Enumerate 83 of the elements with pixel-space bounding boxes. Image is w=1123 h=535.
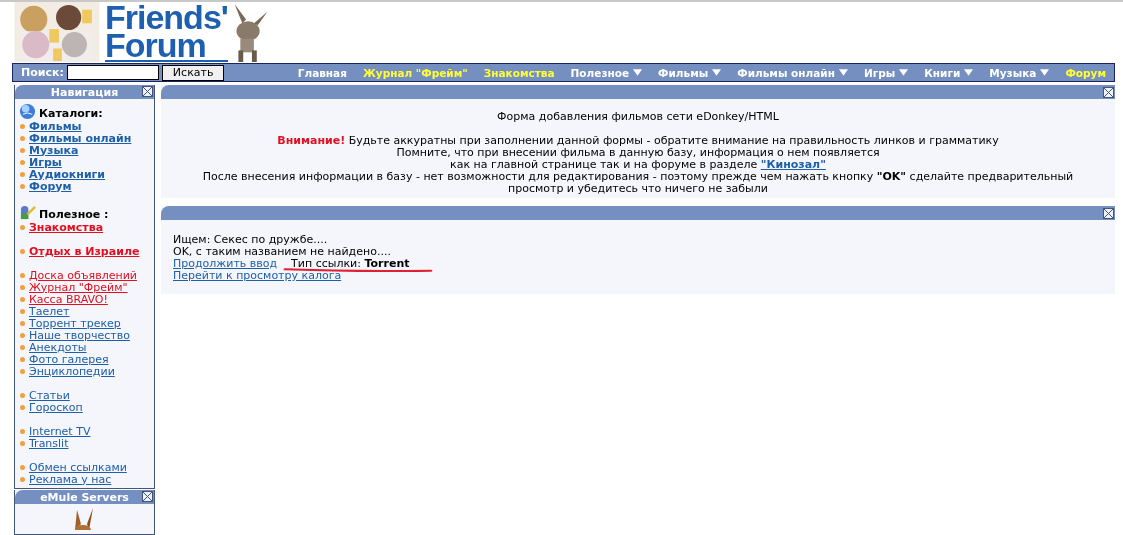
bullet-icon <box>20 392 25 398</box>
menu-item[interactable]: Книги <box>924 66 974 79</box>
nav-link[interactable]: Таелет <box>29 304 70 318</box>
menu-item[interactable]: Фильмы онлайн <box>737 66 848 79</box>
search-field[interactable] <box>66 65 159 80</box>
nav-link[interactable]: Статьи <box>29 388 70 402</box>
logo-text: Friends' <box>105 3 228 31</box>
bullet-icon <box>20 356 25 362</box>
nav-link[interactable]: Отдых в Израиле <box>29 244 140 258</box>
tools-icon <box>19 204 36 221</box>
nav-link[interactable]: Обмен ссылками <box>29 460 127 474</box>
nav-link[interactable]: Аудиокниги <box>29 167 106 181</box>
logo-text: Forum <box>105 31 206 59</box>
link-type-text: Тип ссылки: Torrent <box>291 257 410 270</box>
nav-link[interactable]: Анекдоты <box>29 340 87 354</box>
section-heading: Полезное : <box>39 208 109 221</box>
bullet-icon <box>20 344 25 350</box>
nav-link[interactable]: Игры <box>29 155 62 169</box>
bullet-icon <box>20 147 25 153</box>
menu-item[interactable]: Знакомства <box>483 66 555 79</box>
bullet-icon <box>20 272 25 278</box>
continue-link[interactable]: Продолжить ввод <box>173 258 278 270</box>
bullet-icon <box>20 296 25 302</box>
nav-link[interactable]: Журнал "Фрейм" <box>29 280 128 294</box>
menu-item[interactable]: Полезное <box>570 66 643 79</box>
bullet-icon <box>20 171 25 177</box>
bullet-icon <box>20 123 25 129</box>
nav-link[interactable]: Наше творчество <box>29 328 130 342</box>
menu-item[interactable]: Главная <box>297 66 347 79</box>
search-query-text: Ищем: Секес по дружбе.... <box>173 234 329 246</box>
menu-item[interactable]: Музыка <box>989 66 1050 79</box>
bullet-icon <box>20 476 25 482</box>
bullet-icon <box>20 404 25 410</box>
nav-link[interactable]: Реклама у нас <box>29 472 112 486</box>
close-icon[interactable] <box>1103 86 1114 98</box>
form-title: Форма добавления фильмов сети eDonkey/HTML <box>496 111 780 123</box>
bullet-icon <box>20 368 25 374</box>
status-text: OK, с таким названием не найдено.... <box>173 246 392 258</box>
nav-link[interactable]: Форум <box>29 179 72 193</box>
box-title: eMule Servers <box>40 490 129 504</box>
bullet-icon <box>20 428 25 434</box>
section-link[interactable]: "Кинозал" <box>760 158 826 171</box>
nav-link[interactable]: Знакомства <box>29 220 104 234</box>
close-icon[interactable] <box>142 86 153 97</box>
nav-link[interactable]: Музыка <box>29 143 79 157</box>
notice-text: как на главной странице так и на форуме в разделе <box>450 158 758 171</box>
box-title: Навигация <box>50 85 119 99</box>
nav-link[interactable]: Фото галерея <box>29 352 109 366</box>
bullet-icon <box>20 159 25 165</box>
bullet-icon <box>20 224 25 230</box>
bullet-icon <box>20 332 25 338</box>
search-label: Поиск: <box>21 66 64 79</box>
menu-item[interactable]: Фильмы <box>658 66 722 79</box>
nav-link[interactable]: Энциклопедии <box>29 364 115 378</box>
globe-icon <box>19 103 36 120</box>
nav-link[interactable]: Гороскоп <box>29 400 83 414</box>
warning-label: Внимание! <box>277 134 346 147</box>
nav-link[interactable]: Фильмы онлайн <box>29 131 132 145</box>
search-button[interactable]: Искать <box>161 64 225 81</box>
nav-link[interactable]: Доска объявлений <box>29 268 137 282</box>
catalog-link[interactable]: Перейти к просмотру калога <box>173 270 342 282</box>
bullet-icon <box>20 248 25 254</box>
bullet-icon <box>20 308 25 314</box>
bullet-icon <box>20 284 25 290</box>
menu-item[interactable]: Журнал "Фрейм" <box>362 66 468 79</box>
bullet-icon <box>20 183 25 189</box>
nav-link[interactable]: Internet TV <box>29 424 91 438</box>
close-icon[interactable] <box>1103 207 1114 219</box>
bullet-icon <box>20 440 25 446</box>
menu-item[interactable]: Игры <box>863 66 909 79</box>
close-icon[interactable] <box>142 491 153 502</box>
nav-link[interactable]: Касса BRAVO! <box>29 292 108 306</box>
nav-link[interactable]: Торрент трекер <box>29 316 121 330</box>
section-heading: Каталоги: <box>39 107 103 120</box>
bullet-icon <box>20 320 25 326</box>
nav-link[interactable]: Translit <box>29 436 69 450</box>
menu-item[interactable]: Форум <box>1065 66 1106 79</box>
notice-text: После внесения информации в базу - нет возможности для редактирования - поэтому прежде чем нажать кнопку "OK" сделайте предварительный просмотр и убедитесь что ничего не забыли <box>201 171 1075 195</box>
bullet-icon <box>20 464 25 470</box>
bullet-icon <box>20 135 25 141</box>
nav-link[interactable]: Фильмы <box>29 119 82 133</box>
warning-text: Будьте аккуратны при заполнении данной формы - обратите внимание на правильность линков и грамматику <box>348 134 999 147</box>
notice-text: Помните, что при внесении фильма в данную базу, информация о нем появляется <box>395 147 881 159</box>
